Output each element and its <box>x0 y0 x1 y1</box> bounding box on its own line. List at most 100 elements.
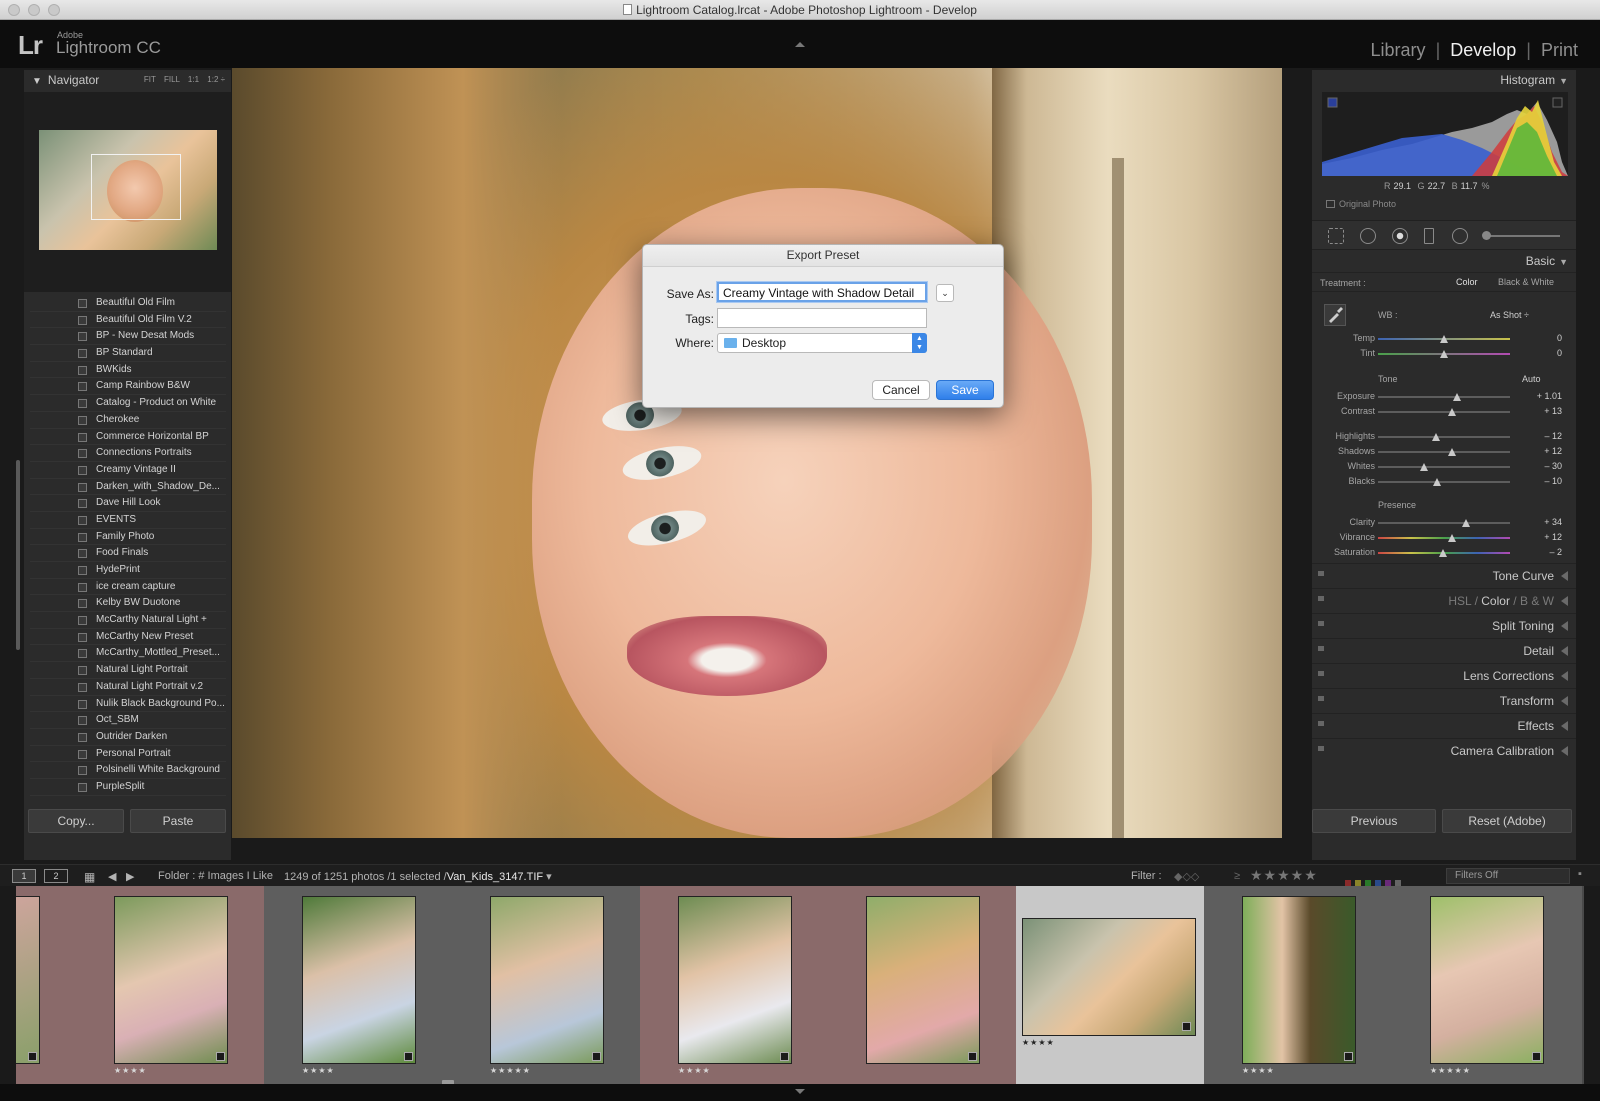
slider-thumb[interactable] <box>1447 534 1456 542</box>
collapse-triangle-icon[interactable]: ▼ <box>1559 257 1568 267</box>
slider-track[interactable] <box>1378 478 1510 486</box>
secondary-display-button[interactable]: 2 <box>44 869 68 883</box>
auto-tone-button[interactable]: Auto <box>1522 374 1541 384</box>
expand-arrow-icon[interactable] <box>1561 571 1568 581</box>
preset-item[interactable]: Darken_with_Shadow_De... <box>30 479 226 496</box>
module-print[interactable]: Print <box>1541 40 1578 60</box>
preset-item[interactable]: Outrider Darken <box>30 729 226 746</box>
preset-item[interactable]: Beautiful Old Film V.2 <box>30 312 226 329</box>
edited-badge-icon[interactable] <box>216 1052 225 1061</box>
filmstrip-thumbnail[interactable] <box>678 896 792 1064</box>
preset-item[interactable]: Cherokee <box>30 412 226 429</box>
expand-arrow-icon[interactable] <box>1561 721 1568 731</box>
checkbox-icon[interactable] <box>1326 200 1335 208</box>
tab-hsl[interactable]: HSL <box>1448 594 1471 608</box>
filmstrip-cell[interactable]: ★★★★ <box>76 886 266 1084</box>
red-eye-icon[interactable] <box>1392 228 1408 244</box>
slider-highlights[interactable]: Highlights – 12 <box>1312 430 1576 445</box>
panel-lens-corrections[interactable]: Lens Corrections <box>1312 663 1576 687</box>
preset-item[interactable]: ice cream capture <box>30 579 226 596</box>
slider-vibrance[interactable]: Vibrance + 12 <box>1312 531 1576 546</box>
slider-tint[interactable]: Tint 0 <box>1312 347 1576 362</box>
expand-arrow-icon[interactable] <box>1561 596 1568 606</box>
folder-source[interactable]: Folder : # Images I Like <box>158 870 273 882</box>
expand-arrow-icon[interactable] <box>1561 646 1568 656</box>
preset-item[interactable]: Polsinelli White Background <box>30 762 226 779</box>
preset-item[interactable]: Food Finals <box>30 545 226 562</box>
slider-whites[interactable]: Whites – 30 <box>1312 460 1576 475</box>
cancel-button[interactable]: Cancel <box>872 380 930 400</box>
slider-thumb[interactable] <box>1438 549 1447 557</box>
filmstrip-thumbnail[interactable] <box>16 896 40 1064</box>
spot-removal-icon[interactable] <box>1360 228 1376 244</box>
preset-item[interactable]: Personal Portrait <box>30 746 226 763</box>
filmstrip-cell[interactable]: ★★★★★ <box>452 886 642 1084</box>
slider-value[interactable]: – 2 <box>1549 547 1562 557</box>
preset-item[interactable]: BP - New Desat Mods <box>30 328 226 346</box>
adjustment-brush-slider[interactable] <box>1482 231 1560 240</box>
module-develop[interactable]: Develop <box>1450 40 1516 60</box>
slider-value[interactable]: + 13 <box>1544 406 1562 416</box>
preset-item[interactable]: McCarthy Natural Light + <box>30 612 226 629</box>
slider-thumb[interactable] <box>1447 448 1456 456</box>
preset-item[interactable]: Dave Hill Look <box>30 495 226 512</box>
slider-value[interactable]: – 12 <box>1544 431 1562 441</box>
slider-track[interactable] <box>1378 448 1510 456</box>
preset-item[interactable]: PurpleSplit <box>30 779 226 796</box>
panel-switch-icon[interactable] <box>1318 596 1324 601</box>
panel-camera-calibration[interactable]: Camera Calibration <box>1312 738 1576 762</box>
crop-tool-icon[interactable] <box>1328 228 1344 244</box>
tags-input[interactable] <box>717 308 927 328</box>
preset-item[interactable]: Family Photo <box>30 529 226 546</box>
tab-bw[interactable]: B & W <box>1520 594 1554 608</box>
filmstrip-cell[interactable]: ★★★★ <box>640 886 830 1084</box>
panel-switch-icon[interactable] <box>1318 621 1324 626</box>
preset-item[interactable]: Beautiful Old Film <box>30 295 226 312</box>
panel-switch-icon[interactable] <box>1318 746 1324 751</box>
slider-track[interactable] <box>1378 393 1510 401</box>
panel-tone-curve[interactable]: Tone Curve <box>1312 563 1576 587</box>
save-button[interactable]: Save <box>936 380 994 400</box>
expand-arrow-icon[interactable] <box>1561 671 1568 681</box>
edited-badge-icon[interactable] <box>28 1052 37 1061</box>
slider-track[interactable] <box>1378 408 1510 416</box>
preset-item[interactable]: Commerce Horizontal BP <box>30 429 226 446</box>
slider-thumb[interactable] <box>1440 335 1448 343</box>
slider-thumb[interactable] <box>1432 433 1441 441</box>
flag-filter-icons[interactable]: ◆◇◇ <box>1174 870 1199 883</box>
back-arrow-icon[interactable]: ◀ <box>108 870 116 883</box>
slider-thumb[interactable] <box>1420 463 1429 471</box>
navigator-thumbnail[interactable] <box>39 130 217 250</box>
slider-clarity[interactable]: Clarity + 34 <box>1312 516 1576 531</box>
save-as-input[interactable]: Creamy Vintage with Shadow Detail <box>717 282 927 302</box>
slider-thumb[interactable] <box>1447 408 1456 416</box>
recent-names-dropdown[interactable]: ⌄ <box>936 284 954 302</box>
filmstrip-thumbnail[interactable] <box>866 896 980 1064</box>
wb-select[interactable]: As Shot ÷ <box>1490 310 1529 320</box>
slider-track[interactable] <box>1378 549 1510 557</box>
forward-arrow-icon[interactable]: ▶ <box>126 870 134 883</box>
primary-display-button[interactable]: 1 <box>12 869 36 883</box>
filmstrip-cell[interactable]: ★★★★ <box>264 886 454 1084</box>
expand-arrow-icon[interactable] <box>1561 696 1568 706</box>
rating-operator[interactable]: ≥ <box>1234 870 1240 882</box>
slider-track[interactable] <box>1378 433 1510 441</box>
preset-item[interactable]: McCarthy_Mottled_Preset... <box>30 645 226 663</box>
slider-value[interactable]: + 34 <box>1544 517 1562 527</box>
slider-blacks[interactable]: Blacks – 10 <box>1312 475 1576 490</box>
filmstrip-thumbnail[interactable] <box>302 896 416 1064</box>
filmstrip-thumbnail[interactable] <box>1242 896 1356 1064</box>
grid-view-icon[interactable]: ▦ <box>84 870 95 884</box>
preset-item[interactable]: Camp Rainbow B&W <box>30 378 226 396</box>
slider-value[interactable]: + 12 <box>1544 446 1562 456</box>
slider-thumb[interactable] <box>1433 478 1442 486</box>
filmstrip-cell[interactable]: ★★★★ <box>1016 886 1206 1084</box>
treatment-bw[interactable]: Black & White <box>1498 277 1554 287</box>
expand-arrow-icon[interactable] <box>1561 621 1568 631</box>
filmstrip-cell[interactable]: ★★★★★ <box>1392 886 1582 1084</box>
edited-badge-icon[interactable] <box>404 1052 413 1061</box>
eyedropper-icon[interactable] <box>1324 304 1346 326</box>
slider-thumb[interactable] <box>1453 393 1462 401</box>
panel-switch-icon[interactable] <box>1318 696 1324 701</box>
copy-button[interactable]: Copy... <box>28 809 124 833</box>
